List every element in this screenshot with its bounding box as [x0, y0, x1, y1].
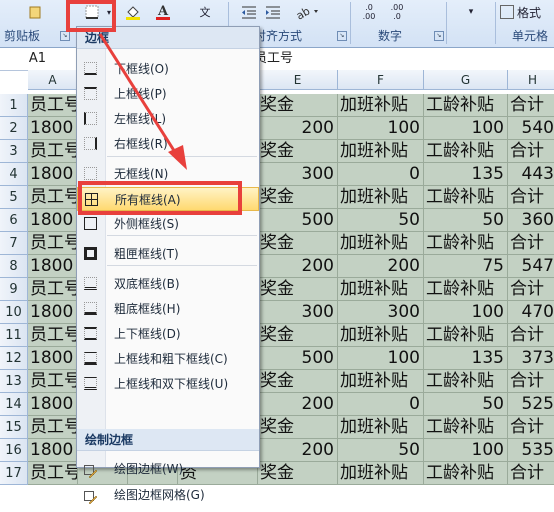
menu-item-pencil-grid[interactable]: 绘图边框网格(G)	[77, 483, 259, 507]
menu-item-label: 绘图边框网格(G)	[114, 488, 205, 502]
annotation-arrow	[98, 33, 187, 170]
pencil-grid-icon	[84, 488, 98, 505]
